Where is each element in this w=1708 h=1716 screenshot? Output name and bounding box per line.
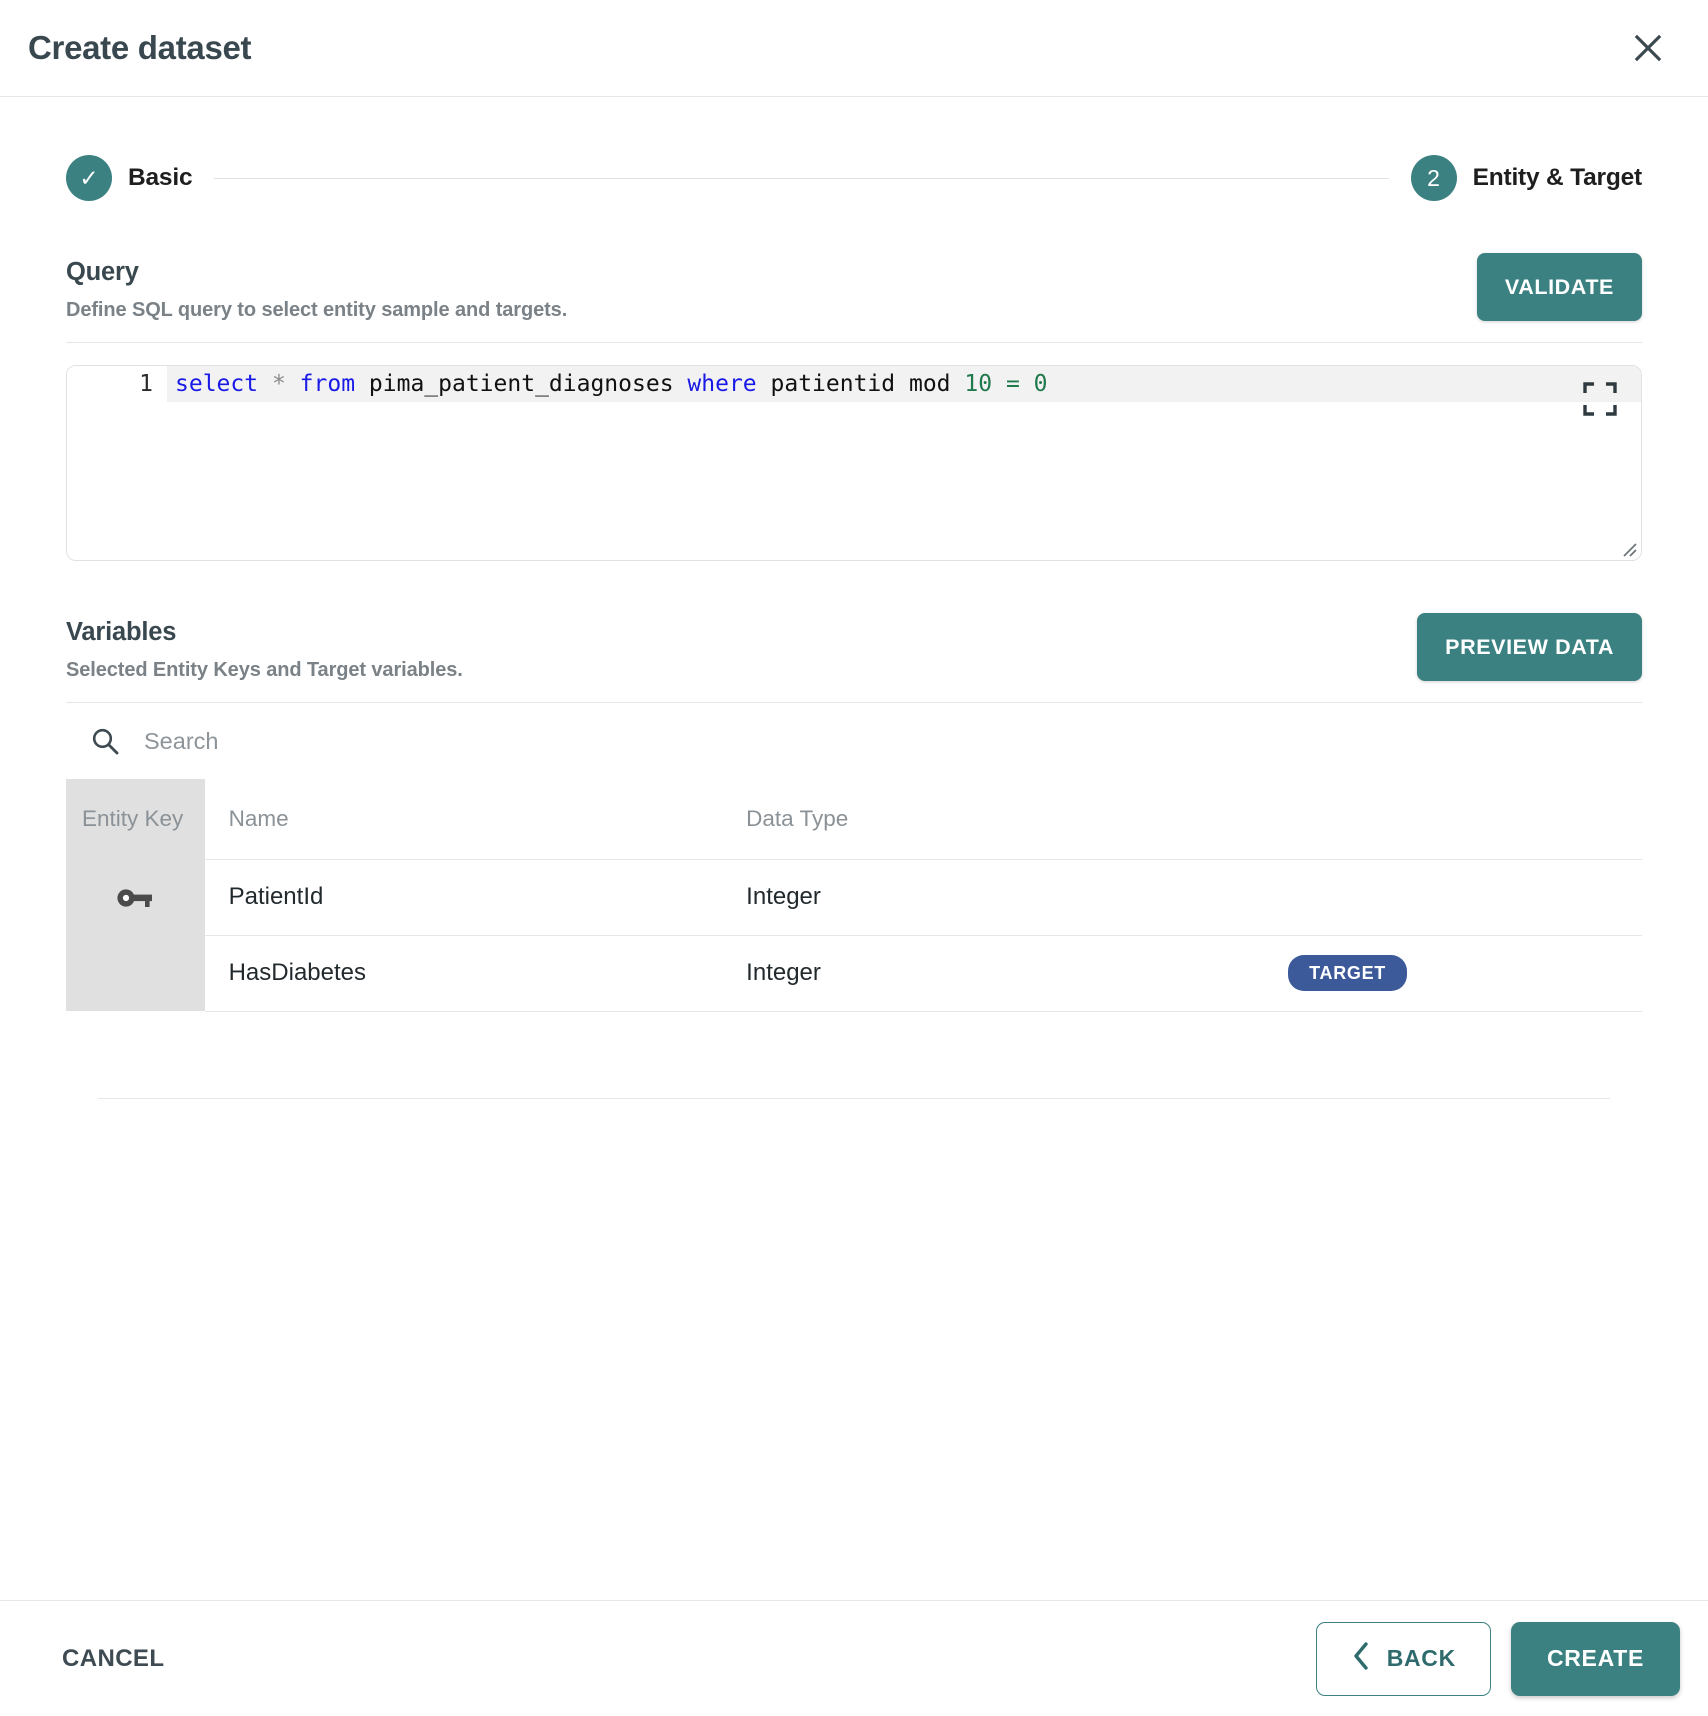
table-row[interactable]: HasDiabetes Integer TARGET	[66, 935, 1642, 1012]
row-entity-key-cell[interactable]	[66, 859, 205, 935]
step-entity-target-indicator: 2	[1410, 155, 1457, 201]
status-badge-target[interactable]: TARGET	[1288, 955, 1407, 991]
column-header-name[interactable]: Name	[204, 779, 743, 860]
sql-code-line[interactable]: select * from pima_patient_diagnoses whe…	[167, 366, 1641, 402]
variables-section: Variables Selected Entity Keys and Targe…	[66, 613, 1642, 1099]
variables-table: Entity Key Name Data Type PatientId Inte…	[66, 779, 1642, 1012]
stepper-connector	[214, 177, 1389, 179]
sql-token-keyword: select	[175, 371, 259, 397]
row-data-type-cell: Integer	[742, 859, 1289, 936]
sql-token-space-2	[286, 371, 300, 397]
variables-subtitle: Selected Entity Keys and Target variable…	[66, 659, 463, 681]
back-button[interactable]: BACK	[1315, 1621, 1491, 1696]
table-row[interactable]: PatientId Integer	[66, 859, 1642, 936]
resize-handle-icon[interactable]	[1616, 536, 1638, 558]
step-entity-target[interactable]: 2 Entity & Target	[1410, 155, 1643, 201]
sql-token-zero: 0	[1033, 371, 1048, 397]
preview-data-button[interactable]: PREVIEW DATA	[1417, 613, 1642, 681]
query-section: Query Define SQL query to select entity …	[66, 253, 1642, 561]
sql-token-space-3	[992, 371, 1006, 397]
variables-heading-group: Variables Selected Entity Keys and Targe…	[66, 618, 1417, 682]
row-entity-key-cell[interactable]	[66, 935, 205, 1011]
sql-token-space	[258, 371, 272, 397]
step-basic-indicator: ✓	[66, 155, 112, 201]
sql-token-table: pima_patient_diagnoses	[355, 371, 688, 397]
step-basic-label: Basic	[128, 164, 193, 191]
row-data-type-cell: Integer	[742, 935, 1289, 1012]
close-icon	[1629, 29, 1667, 67]
sql-token-star: *	[271, 371, 286, 397]
row-tag-cell: TARGET	[1288, 935, 1642, 1012]
dialog-footer: CANCEL BACK CREATE	[0, 1600, 1708, 1716]
create-button[interactable]: CREATE	[1510, 1621, 1680, 1696]
row-name-cell: PatientId	[204, 859, 743, 936]
sql-token-space-4	[1020, 371, 1034, 397]
row-tag-cell	[1288, 859, 1642, 936]
dialog-body: ✓ Basic 2 Entity & Target Query Define S…	[0, 97, 1708, 1600]
sql-token-where: where	[687, 371, 757, 397]
row-name-cell: HasDiabetes	[204, 935, 743, 1012]
sql-line-number: 1	[67, 366, 167, 402]
cancel-button[interactable]: CANCEL	[62, 1645, 164, 1673]
stepper: ✓ Basic 2 Entity & Target	[34, 155, 1674, 201]
sql-editor-line-1[interactable]: 1 select * from pima_patient_diagnoses w…	[67, 366, 1641, 402]
page-title: Create dataset	[28, 29, 252, 66]
column-header-entity-key[interactable]: Entity Key	[66, 779, 205, 859]
sql-token-from: from	[299, 371, 356, 397]
search-input[interactable]	[144, 727, 544, 755]
sql-token-equals: =	[1005, 371, 1020, 397]
expand-icon[interactable]	[1583, 382, 1617, 416]
close-button[interactable]	[1622, 22, 1674, 74]
sql-token-ten: 10	[964, 371, 993, 397]
create-dataset-dialog: Create dataset ✓ Basic 2 Entity & Target	[0, 0, 1708, 1716]
validate-button[interactable]: VALIDATE	[1476, 253, 1642, 321]
query-section-header: Query Define SQL query to select entity …	[66, 253, 1642, 327]
query-subtitle: Define SQL query to select entity sample…	[66, 299, 568, 321]
query-heading-group: Query Define SQL query to select entity …	[66, 258, 1477, 322]
key-icon	[116, 886, 154, 910]
variables-table-body: PatientId Integer HasDiabetes Integer TA…	[66, 859, 1642, 1012]
column-header-tag	[1288, 779, 1642, 860]
query-title: Query	[66, 258, 139, 286]
search-icon	[90, 726, 120, 756]
variables-section-header: Variables Selected Entity Keys and Targe…	[66, 613, 1642, 687]
validate-button-wrap: VALIDATE	[1476, 253, 1642, 327]
variables-search-row	[66, 703, 1642, 779]
sql-editor[interactable]: 1 select * from pima_patient_diagnoses w…	[66, 365, 1642, 561]
table-header-row: Entity Key Name Data Type	[66, 779, 1642, 860]
column-header-data-type[interactable]: Data Type	[742, 779, 1289, 860]
dialog-header: Create dataset	[0, 0, 1708, 97]
chevron-left-icon	[1351, 1641, 1371, 1677]
sql-token-column: patientid mod	[756, 371, 965, 397]
variables-table-head: Entity Key Name Data Type	[66, 779, 1642, 860]
variables-title: Variables	[66, 618, 177, 646]
back-button-label: BACK	[1386, 1645, 1456, 1671]
step-basic[interactable]: ✓ Basic	[66, 155, 193, 201]
preview-data-button-wrap: PREVIEW DATA	[1417, 613, 1642, 687]
step-entity-target-label: Entity & Target	[1472, 164, 1643, 191]
query-divider	[66, 342, 1642, 343]
variables-bottom-divider	[98, 1097, 1610, 1099]
